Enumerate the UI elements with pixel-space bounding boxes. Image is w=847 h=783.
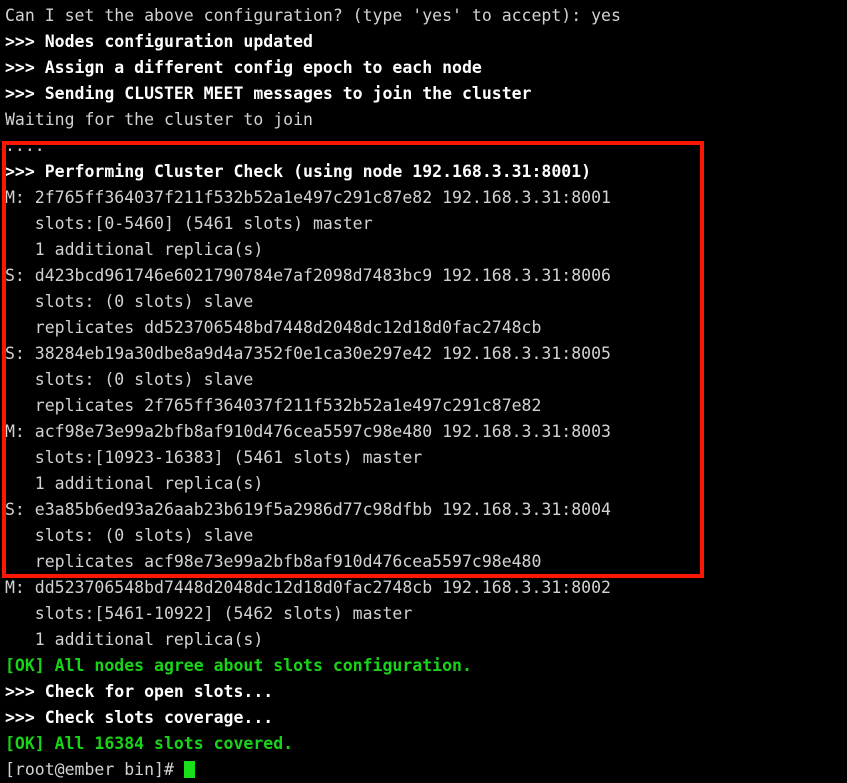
terminal-line: S: d423bcd961746e6021790784e7af2098d7483… [0, 263, 847, 289]
terminal-line: slots: (0 slots) slave [0, 289, 847, 315]
terminal-line: >>> Check for open slots... [0, 679, 847, 705]
terminal-line: 1 additional replica(s) [0, 627, 847, 653]
terminal-line-text: [OK] All nodes agree about slots configu… [5, 656, 472, 675]
terminal-line-text: S: d423bcd961746e6021790784e7af2098d7483… [5, 266, 611, 285]
terminal-line: Can I set the above configuration? (type… [0, 3, 847, 29]
terminal-line-text: >>> Performing Cluster Check (using node… [5, 162, 592, 181]
terminal-line-text: slots:[0-5460] (5461 slots) master [5, 214, 373, 233]
terminal-line: S: e3a85b6ed93a26aab23b619f5a2986d77c98d… [0, 497, 847, 523]
terminal-line: slots:[0-5460] (5461 slots) master [0, 211, 847, 237]
cursor-block [183, 761, 195, 778]
terminal-line-text: Can I set the above configuration? (type… [5, 6, 621, 25]
terminal-line: >>> Sending CLUSTER MEET messages to joi… [0, 81, 847, 107]
terminal-line: 1 additional replica(s) [0, 471, 847, 497]
terminal-line: replicates acf98e73e99a2bfb8af910d476cea… [0, 549, 847, 575]
terminal-line: M: acf98e73e99a2bfb8af910d476cea5597c98e… [0, 419, 847, 445]
terminal-window[interactable]: Can I set the above configuration? (type… [0, 0, 847, 779]
shell-prompt-line[interactable]: [root@ember bin]# [0, 757, 847, 783]
terminal-line: slots: (0 slots) slave [0, 523, 847, 549]
terminal-line: [OK] All nodes agree about slots configu… [0, 653, 847, 679]
terminal-line: >>> Performing Cluster Check (using node… [0, 159, 847, 185]
terminal-line-text: >>> Check for open slots... [5, 682, 274, 701]
terminal-line-text: >>> Sending CLUSTER MEET messages to joi… [5, 84, 532, 103]
terminal-line: replicates dd523706548bd7448d2048dc12d18… [0, 315, 847, 341]
terminal-line: .... [0, 133, 847, 159]
terminal-line-text: S: 38284eb19a30dbe8a9d4a7352f0e1ca30e297… [5, 344, 611, 363]
terminal-line-text: replicates acf98e73e99a2bfb8af910d476cea… [5, 552, 542, 571]
terminal-line: M: 2f765ff364037f211f532b52a1e497c291c87… [0, 185, 847, 211]
terminal-line-text: [OK] All 16384 slots covered. [5, 734, 294, 753]
terminal-line-text: replicates 2f765ff364037f211f532b52a1e49… [5, 396, 542, 415]
terminal-line: [OK] All 16384 slots covered. [0, 731, 847, 757]
terminal-line: >>> Assign a different config epoch to e… [0, 55, 847, 81]
terminal-line: M: dd523706548bd7448d2048dc12d18d0fac274… [0, 575, 847, 601]
terminal-line-text: 1 additional replica(s) [5, 630, 264, 649]
terminal-line: 1 additional replica(s) [0, 237, 847, 263]
terminal-line-text: replicates dd523706548bd7448d2048dc12d18… [5, 318, 542, 337]
terminal-line: replicates 2f765ff364037f211f532b52a1e49… [0, 393, 847, 419]
terminal-line-text: Waiting for the cluster to join [5, 110, 313, 129]
terminal-line-text: >>> Assign a different config epoch to e… [5, 58, 482, 77]
terminal-line-text: slots: (0 slots) slave [5, 370, 254, 389]
terminal-line: >>> Nodes configuration updated [0, 29, 847, 55]
terminal-line-text: 1 additional replica(s) [5, 474, 264, 493]
terminal-line: slots:[5461-10922] (5462 slots) master [0, 601, 847, 627]
terminal-line-text: M: dd523706548bd7448d2048dc12d18d0fac274… [5, 578, 611, 597]
terminal-line: Waiting for the cluster to join [0, 107, 847, 133]
terminal-line-text: slots: (0 slots) slave [5, 292, 254, 311]
terminal-line: >>> Check slots coverage... [0, 705, 847, 731]
terminal-line: S: 38284eb19a30dbe8a9d4a7352f0e1ca30e297… [0, 341, 847, 367]
terminal-line-text: slots: (0 slots) slave [5, 526, 254, 545]
terminal-line-text: M: 2f765ff364037f211f532b52a1e497c291c87… [5, 188, 611, 207]
terminal-line-text: S: e3a85b6ed93a26aab23b619f5a2986d77c98d… [5, 500, 611, 519]
terminal-line: slots:[10923-16383] (5461 slots) master [0, 445, 847, 471]
terminal-line-text: slots:[10923-16383] (5461 slots) master [5, 448, 423, 467]
terminal-line-text: 1 additional replica(s) [5, 240, 264, 259]
terminal-line: slots: (0 slots) slave [0, 367, 847, 393]
terminal-line-text: M: acf98e73e99a2bfb8af910d476cea5597c98e… [5, 422, 611, 441]
shell-prompt-text: [root@ember bin]# [5, 760, 184, 779]
terminal-line-text: >>> Check slots coverage... [5, 708, 274, 727]
terminal-line-text: slots:[5461-10922] (5462 slots) master [5, 604, 413, 623]
terminal-output: Can I set the above configuration? (type… [0, 3, 847, 757]
terminal-line-text: .... [5, 136, 45, 155]
terminal-line-text: >>> Nodes configuration updated [5, 32, 313, 51]
